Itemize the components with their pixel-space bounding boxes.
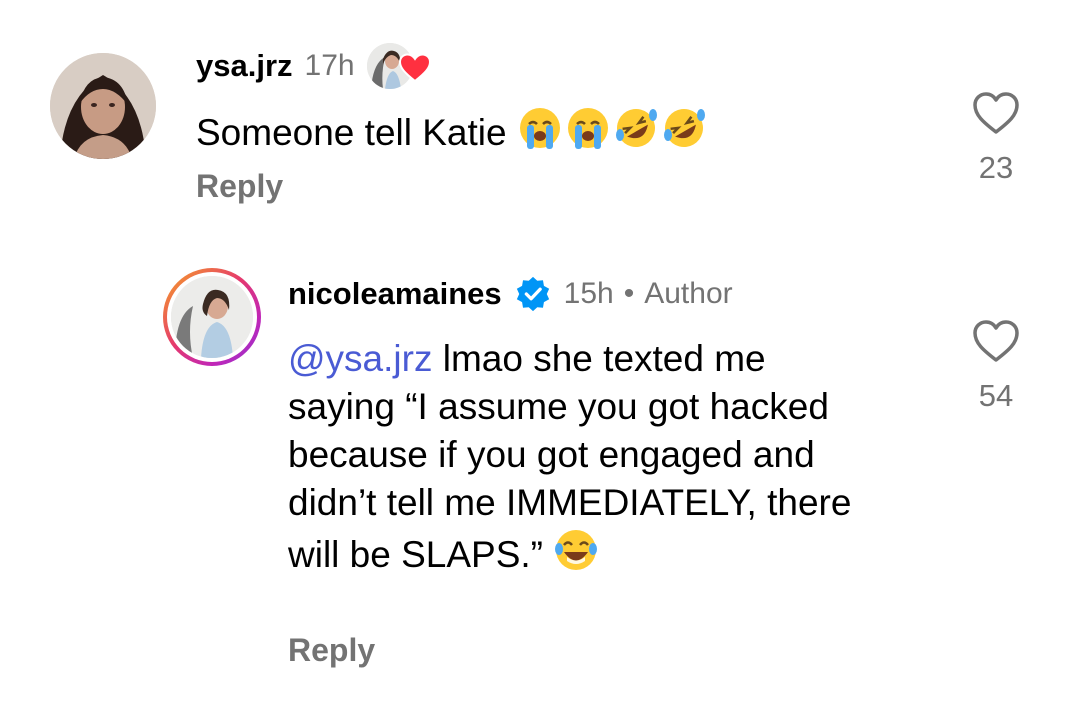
- heart-outline-icon[interactable]: [971, 90, 1021, 136]
- rolling-on-floor-laughing-icon: [615, 109, 657, 147]
- avatar[interactable]: [171, 276, 253, 358]
- comment-header: ysa.jrz 17h: [196, 43, 437, 89]
- comment-ysa-jrz: ysa.jrz 17h Someone tell Katie Reply 23: [0, 0, 1080, 240]
- author-badge: Author: [644, 277, 733, 310]
- mention-link[interactable]: @ysa.jrz: [288, 338, 432, 379]
- timestamp: 17h: [304, 49, 355, 82]
- comment-body: Someone tell Katie: [196, 112, 507, 153]
- avatar-ring-inner: [167, 272, 257, 362]
- heart-outline-icon[interactable]: [971, 318, 1021, 364]
- rolling-on-floor-laughing-icon: [663, 109, 705, 147]
- liked-by-author: [366, 43, 437, 89]
- like-count: 23: [978, 150, 1014, 185]
- like-button[interactable]: 23: [956, 90, 1036, 186]
- username[interactable]: nicoleamaines: [288, 276, 502, 312]
- face-with-tears-of-joy-icon: [555, 530, 597, 570]
- avatar-story-ring[interactable]: [163, 268, 261, 366]
- verified-badge-icon: [516, 276, 549, 312]
- reply-button[interactable]: Reply: [288, 632, 375, 669]
- emoji-group: [517, 105, 709, 151]
- like-button[interactable]: 54: [956, 318, 1036, 414]
- separator-dot: •: [623, 277, 635, 310]
- like-count: 54: [978, 378, 1014, 413]
- emoji-group: [553, 527, 601, 573]
- username[interactable]: ysa.jrz: [196, 48, 293, 84]
- avatar[interactable]: [50, 53, 156, 159]
- comment-header: nicoleamaines 15h • Author: [288, 272, 733, 316]
- comment-nicoleamaines: nicoleamaines 15h • Author @ysa.jrz lmao…: [0, 240, 1080, 712]
- loudly-crying-face-icon: [567, 108, 608, 149]
- reply-button[interactable]: Reply: [196, 168, 283, 205]
- timestamp: 15h: [563, 277, 614, 310]
- comment-text: Someone tell Katie: [196, 105, 896, 157]
- red-heart-icon: [398, 53, 431, 83]
- comment-text: @ysa.jrz lmao she texted me saying “I as…: [288, 335, 868, 579]
- loudly-crying-face-icon: [519, 108, 560, 149]
